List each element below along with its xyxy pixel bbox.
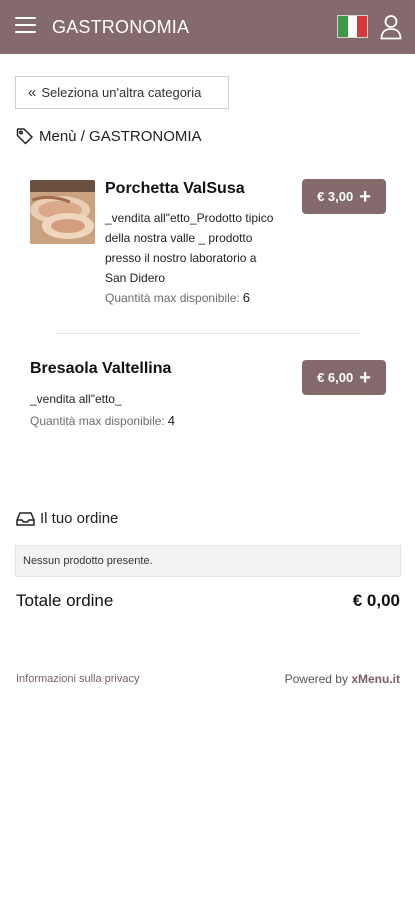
product-description-line: _vendita all"etto_ — [30, 392, 122, 406]
top-app-bar: GASTRONOMIA — [0, 0, 415, 54]
privacy-link[interactable]: Informazioni sulla privacy — [16, 673, 140, 685]
back-button-label: Seleziona un'altra categoria — [41, 85, 202, 100]
add-to-order-button[interactable]: € 6,00 + — [302, 360, 386, 395]
quantity-value: 4 — [167, 413, 175, 428]
product-divider — [55, 333, 361, 334]
plus-icon: + — [359, 185, 371, 208]
powered-brand-link[interactable]: xMenu.it — [351, 672, 400, 686]
product-description: _vendita all"etto_ — [30, 389, 122, 409]
price-label: € 3,00 — [317, 189, 354, 204]
product-description: _vendita all"etto_Prodotto tipico della … — [105, 208, 273, 288]
breadcrumb: Menù / GASTRONOMIA — [16, 127, 202, 145]
product-image-porchetta[interactable] — [30, 180, 95, 244]
hamburger-menu-icon[interactable] — [15, 17, 36, 35]
price-label: € 6,00 — [317, 370, 354, 385]
quantity-label: Quantità max disponibile: — [30, 414, 165, 428]
product-description-line: San Didero — [105, 271, 166, 285]
powered-prefix: Powered by — [284, 672, 348, 686]
page-title: GASTRONOMIA — [52, 17, 190, 37]
select-other-category-button[interactable]: « Seleziona un'altra categoria — [15, 76, 229, 109]
order-heading: Il tuo ordine — [16, 510, 118, 527]
add-to-order-button[interactable]: € 3,00 + — [302, 179, 386, 214]
tray-icon — [16, 511, 35, 526]
product-name[interactable]: Porchetta ValSusa — [105, 180, 245, 198]
product-name[interactable]: Bresaola Valtellina — [30, 360, 171, 378]
double-chevron-left-icon: « — [28, 84, 37, 101]
plus-icon: + — [359, 366, 371, 389]
order-total-value: € 0,00 — [352, 591, 400, 610]
product-description-line: _vendita all"etto_Prodotto tipico — [105, 211, 274, 225]
italy-flag-icon[interactable] — [337, 15, 368, 38]
order-title: Il tuo ordine — [40, 510, 119, 527]
quantity-label: Quantità max disponibile: — [105, 291, 240, 305]
breadcrumb-text: Menù / GASTRONOMIA — [39, 127, 202, 145]
order-total-label: Totale ordine — [16, 591, 114, 610]
product-quantity: Quantità max disponibile: 6 — [105, 290, 250, 305]
powered-by: Powered by xMenu.it — [285, 672, 400, 686]
user-icon[interactable] — [380, 14, 402, 40]
tag-icon — [16, 128, 33, 145]
empty-order-message: Nessun prodotto presente. — [15, 545, 401, 577]
quantity-value: 6 — [242, 290, 250, 305]
product-quantity: Quantità max disponibile: 4 — [30, 413, 175, 428]
product-description-line: della nostra valle _ prodotto — [105, 231, 253, 245]
product-description-line: presso il nostro laboratorio a — [105, 251, 257, 265]
